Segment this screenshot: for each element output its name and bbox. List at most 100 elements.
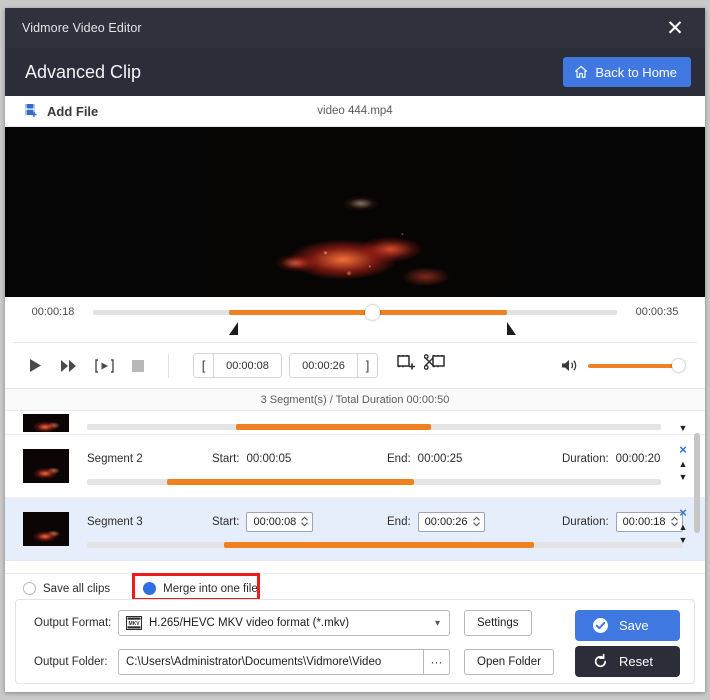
segment-start-value: 00:00:05 bbox=[246, 453, 291, 465]
segment-end-input[interactable]: 00:00:26 bbox=[418, 512, 485, 532]
split-scissors-icon[interactable] bbox=[424, 354, 446, 377]
player-controls: [ 00:00:08 00:00:26 ] bbox=[5, 343, 705, 389]
output-panel: Output Format: MKV H.265/HEVC MKV video … bbox=[15, 599, 695, 684]
video-frame bbox=[207, 127, 503, 297]
segment-start: Start: 00:00:05 bbox=[212, 453, 387, 465]
segment-end-value: 00:00:26 bbox=[425, 516, 468, 528]
app-title: Vidmore Video Editor bbox=[22, 21, 142, 35]
segment-end: End: 00:00:25 bbox=[387, 453, 562, 465]
segment-range-fill bbox=[224, 542, 534, 548]
clip-end-input[interactable]: 00:00:26 bbox=[289, 353, 357, 378]
mark-out-button[interactable]: ] bbox=[357, 353, 378, 378]
volume-knob[interactable] bbox=[672, 359, 685, 372]
segment-range-fill bbox=[167, 479, 414, 485]
add-segment-icon[interactable] bbox=[396, 354, 416, 377]
segment-start-input[interactable]: 00:00:08 bbox=[246, 512, 313, 532]
back-to-home-button[interactable]: Back to Home bbox=[563, 57, 691, 87]
timeline-bar: 00:00:18 00:00:35 bbox=[5, 297, 705, 343]
settings-button[interactable]: Settings bbox=[464, 610, 532, 636]
home-icon bbox=[574, 65, 588, 79]
fast-forward-icon[interactable] bbox=[60, 359, 77, 373]
segment-duration-value: 00:00:18 bbox=[623, 516, 666, 528]
segments-list[interactable]: ▼ Segment 2 Start: 00:00:05 End: 00:00:2… bbox=[5, 411, 705, 573]
segment-move-down-button[interactable]: ▼ bbox=[679, 424, 688, 433]
segment-duration-label: Duration: bbox=[562, 516, 609, 528]
timeline-end-time: 00:00:35 bbox=[617, 306, 697, 318]
radio-dot-icon bbox=[23, 582, 36, 595]
title-bar: Vidmore Video Editor ✕ bbox=[5, 8, 705, 48]
add-file-button[interactable]: Add File bbox=[24, 103, 98, 119]
open-folder-button[interactable]: Open Folder bbox=[464, 649, 554, 675]
volume-control[interactable] bbox=[561, 358, 683, 373]
mark-in-button[interactable]: [ bbox=[193, 353, 214, 378]
segment-move-up-button[interactable]: ▲ bbox=[679, 523, 688, 532]
file-bar: Add File video 444.mp4 bbox=[5, 96, 705, 127]
segments-scrollbar[interactable] bbox=[694, 433, 700, 533]
segment-delete-button[interactable]: × bbox=[679, 506, 687, 519]
segment-start-label: Start: bbox=[212, 516, 239, 528]
radio-dot-icon bbox=[143, 582, 156, 595]
segment-name: Segment 2 bbox=[87, 453, 212, 465]
segment-thumbnail bbox=[23, 512, 69, 546]
segment-range-fill bbox=[236, 424, 431, 430]
page-title: Advanced Clip bbox=[25, 62, 141, 83]
timeline-playhead[interactable] bbox=[365, 305, 380, 320]
segment-duration-value: 00:00:20 bbox=[616, 453, 661, 465]
add-file-label: Add File bbox=[47, 104, 98, 119]
reset-button[interactable]: Reset bbox=[575, 646, 680, 677]
table-row[interactable]: Segment 2 Start: 00:00:05 End: 00:00:25 … bbox=[5, 435, 705, 498]
mkv-format-icon: MKV bbox=[126, 616, 142, 630]
output-folder-input[interactable]: C:\Users\Administrator\Documents\Vidmore… bbox=[118, 649, 424, 675]
segment-start-label: Start: bbox=[212, 453, 239, 465]
spinner-icon[interactable] bbox=[300, 516, 309, 527]
reset-button-label: Reset bbox=[619, 654, 653, 669]
current-file-name: video 444.mp4 bbox=[5, 105, 705, 117]
video-preview[interactable] bbox=[5, 127, 705, 297]
page-header: Advanced Clip Back to Home bbox=[5, 48, 705, 96]
timeline-slider[interactable] bbox=[93, 306, 617, 322]
segment-range-bar[interactable] bbox=[87, 424, 661, 430]
trim-end-handle[interactable] bbox=[507, 322, 516, 335]
trim-start-handle[interactable] bbox=[229, 322, 238, 335]
save-button-label: Save bbox=[619, 618, 649, 633]
segment-thumbnail bbox=[23, 449, 69, 483]
segment-end-label: End: bbox=[387, 516, 411, 528]
check-circle-icon bbox=[592, 617, 609, 634]
film-strip-plus-icon bbox=[24, 103, 39, 119]
volume-icon[interactable] bbox=[561, 358, 578, 373]
clip-start-input[interactable]: 00:00:08 bbox=[214, 353, 282, 378]
radio-merge-into-one-file[interactable]: Merge into one file bbox=[143, 582, 258, 595]
volume-slider[interactable] bbox=[588, 359, 683, 373]
radio-merge-into-one-file-label: Merge into one file bbox=[163, 583, 258, 595]
close-icon[interactable]: ✕ bbox=[655, 8, 695, 48]
radio-save-all-clips-label: Save all clips bbox=[43, 583, 110, 595]
volume-bar bbox=[588, 364, 683, 368]
segment-duration: Duration: 00:00:18 bbox=[562, 512, 683, 532]
table-row[interactable]: Segment 3 Start: 00:00:08 End: bbox=[5, 498, 705, 561]
segment-start-value: 00:00:08 bbox=[253, 516, 296, 528]
browse-folder-button[interactable]: ··· bbox=[424, 649, 450, 675]
svg-text:MKV: MKV bbox=[128, 621, 140, 627]
segments-summary: 3 Segment(s) / Total Duration 00:00:50 bbox=[5, 389, 705, 411]
segment-move-down-button[interactable]: ▼ bbox=[679, 536, 688, 545]
chevron-down-icon[interactable]: ▾ bbox=[435, 618, 440, 629]
save-button[interactable]: Save bbox=[575, 610, 680, 641]
stop-icon[interactable] bbox=[132, 360, 144, 372]
radio-save-all-clips[interactable]: Save all clips bbox=[23, 582, 110, 595]
segment-move-down-button[interactable]: ▼ bbox=[679, 473, 688, 482]
play-icon[interactable] bbox=[29, 358, 42, 373]
segment-end-value: 00:00:25 bbox=[418, 453, 463, 465]
segment-range-bar[interactable] bbox=[87, 479, 661, 485]
output-format-value: H.265/HEVC MKV video format (*.mkv) bbox=[149, 617, 349, 629]
segment-end: End: 00:00:26 bbox=[387, 512, 562, 532]
segment-range-bar[interactable] bbox=[87, 542, 683, 548]
step-frame-icon[interactable] bbox=[95, 359, 114, 373]
table-row[interactable]: ▼ bbox=[5, 411, 705, 435]
segment-delete-button[interactable]: × bbox=[679, 443, 687, 456]
controls-divider-1 bbox=[168, 354, 169, 378]
output-format-select[interactable]: MKV H.265/HEVC MKV video format (*.mkv) … bbox=[118, 610, 450, 636]
segment-move-up-button[interactable]: ▲ bbox=[679, 460, 688, 469]
segment-duration-label: Duration: bbox=[562, 453, 609, 465]
spinner-icon[interactable] bbox=[472, 516, 481, 527]
segment-thumbnail bbox=[23, 414, 69, 432]
